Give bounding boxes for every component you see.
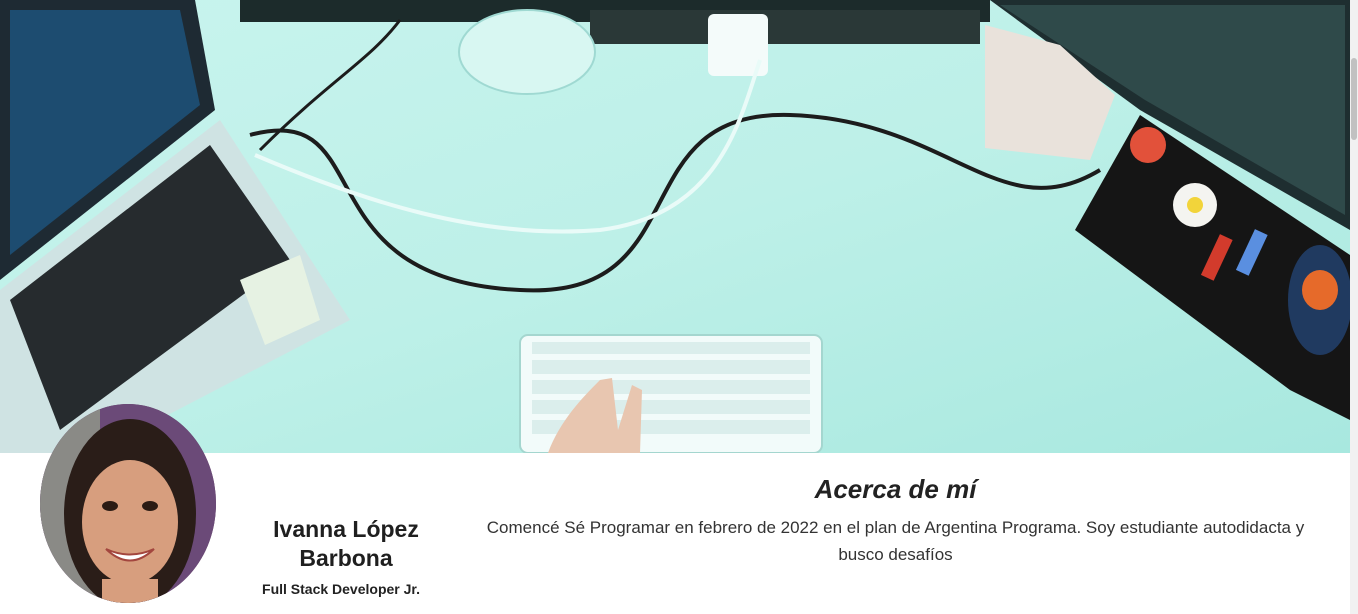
scrollbar-thumb[interactable]	[1351, 58, 1357, 140]
scrollbar[interactable]	[1350, 0, 1358, 614]
profile-name: Ivanna López Barbona	[273, 516, 419, 571]
banner-image	[0, 0, 1350, 453]
avatar	[40, 404, 216, 603]
profile-role: Full Stack Developer Jr.	[262, 581, 420, 597]
about-title: Acerca de mí	[814, 474, 977, 504]
about-text: Comencé Sé Programar en febrero de 2022 …	[486, 518, 1305, 564]
